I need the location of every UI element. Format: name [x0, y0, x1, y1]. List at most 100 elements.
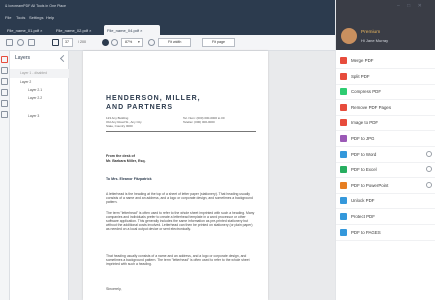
- paragraph-2: The term "letterhead" is often used to r…: [106, 211, 255, 231]
- tool-item[interactable]: Remove PDF Pages: [336, 100, 435, 116]
- window-controls: – □ ✕: [397, 3, 422, 9]
- page-number-value: 37: [65, 40, 69, 44]
- select-tool-icon[interactable]: [52, 39, 59, 46]
- tools-panel: Premium Hi Jane Murray – □ ✕ Merge PDF Sp…: [335, 0, 435, 300]
- avatar[interactable]: [341, 28, 357, 44]
- layer-label: Layer 2.1: [28, 88, 43, 92]
- title-bar: & IcecreamPDF All Tools in One Place: [0, 0, 335, 14]
- gear-icon[interactable]: [426, 166, 432, 173]
- tool-icon: [340, 150, 347, 158]
- layers-icon[interactable]: [1, 56, 8, 63]
- layers-title: Layers: [15, 55, 31, 61]
- tool-item[interactable]: Compress PDF: [336, 84, 435, 101]
- toolbar: 37 / 200 87% ▾ Fit width Fit page: [0, 35, 335, 51]
- from-desk-line-2: Mr. Barbara Miller, Esq.: [106, 159, 146, 163]
- tool-label: Protect PDF: [351, 214, 375, 219]
- pages-icon[interactable]: [1, 100, 8, 107]
- tool-item[interactable]: PDF to PowerPoint: [336, 178, 435, 194]
- attachment-icon[interactable]: [1, 78, 8, 85]
- zoom-in-icon[interactable]: [148, 39, 155, 46]
- zoom-value: 87%: [125, 40, 133, 44]
- layer-item-2-1[interactable]: Layer 2.1: [10, 87, 69, 95]
- window-title: & IcecreamPDF All Tools in One Place: [5, 4, 67, 8]
- tool-label: PDF to PowerPoint: [351, 182, 389, 188]
- paragraph-3: That heading usually consists of a name …: [106, 254, 250, 266]
- layer-item-1[interactable]: Layer 1 - disabled: [10, 69, 69, 78]
- layer-label: Layer 3: [28, 114, 40, 118]
- zoom-icon[interactable]: [102, 39, 109, 46]
- tool-icon: [340, 228, 347, 236]
- layer-label: Layer 2: [20, 80, 32, 84]
- layer-item-2[interactable]: Layer 2: [10, 79, 69, 87]
- layer-item-2-2[interactable]: Layer 2.2: [10, 95, 69, 103]
- tool-item[interactable]: Split PDF: [336, 69, 435, 85]
- chevron-down-icon: ▾: [138, 40, 140, 44]
- menu-help[interactable]: Help: [46, 16, 54, 20]
- fit-page-label: Fit page: [212, 40, 225, 44]
- tab-file-04[interactable]: File_name_04.pdf ×: [104, 25, 160, 35]
- tool-label: Remove PDF Pages: [351, 104, 392, 110]
- tool-icon: [340, 181, 347, 189]
- tool-label: PDF to Word: [351, 151, 377, 157]
- bookmark-icon[interactable]: [1, 67, 8, 74]
- gear-icon[interactable]: [426, 181, 432, 188]
- tool-item[interactable]: PDF to JPG: [336, 131, 435, 147]
- zoom-select[interactable]: 87% ▾: [121, 38, 143, 47]
- page-number-field[interactable]: 37: [62, 38, 73, 47]
- comment-icon[interactable]: [1, 89, 8, 96]
- greeting: To Mrs. Eleanor Fitzpatrick: [106, 177, 152, 181]
- user-greeting: Hi Jane Murray: [361, 38, 389, 43]
- address-line-3: State, Country 0000: [106, 124, 133, 128]
- tool-icon: [340, 197, 347, 205]
- fit-width-label: Fit width: [168, 40, 182, 44]
- layer-item-3[interactable]: Layer 3: [10, 113, 69, 121]
- tool-label: PDF to Excel: [351, 167, 377, 173]
- tool-label: Merge PDF: [351, 58, 374, 63]
- tool-item[interactable]: PDF to Excel: [336, 162, 435, 179]
- tab-bar: File_name_01.pdf × File_name_02.pdf × Fi…: [0, 23, 335, 35]
- menu-tools[interactable]: Tools: [16, 16, 25, 20]
- tool-icon: [340, 88, 347, 96]
- tool-icon: [340, 135, 347, 142]
- gear-icon[interactable]: [426, 150, 432, 157]
- tool-label: Split PDF: [351, 73, 370, 79]
- tool-label: PDF to PAGES: [351, 229, 381, 235]
- lock-icon[interactable]: [1, 111, 8, 118]
- tool-item[interactable]: Image to PDF: [336, 115, 435, 132]
- menu-file[interactable]: File: [5, 16, 11, 20]
- menu-settings[interactable]: Settings: [29, 16, 43, 20]
- tool-icon: [340, 103, 347, 111]
- paragraph-1: A letterhead is the heading at the top o…: [106, 192, 253, 204]
- close-button[interactable]: ✕: [418, 3, 422, 9]
- tool-item[interactable]: PDF to Word: [336, 147, 435, 163]
- tool-icon: [340, 57, 347, 64]
- company-name-line-1: HENDERSON, MILLER,: [106, 95, 201, 102]
- layers-panel: Layers Layer 1 - disabled Layer 2 Layer …: [10, 51, 69, 300]
- fax-line: Telefax: (000) 000-0000: [183, 120, 215, 124]
- fit-width-button[interactable]: Fit width: [158, 38, 191, 47]
- tool-label: PDF to JPG: [351, 136, 375, 141]
- tool-list: Merge PDF Split PDF Compress PDF Remove PDF…: [336, 51, 435, 300]
- tab-file-01[interactable]: File_name_01.pdf ×: [4, 25, 45, 35]
- tool-item[interactable]: Merge PDF: [336, 53, 435, 69]
- tool-item[interactable]: Protect PDF: [336, 209, 435, 225]
- fit-page-button[interactable]: Fit page: [202, 38, 235, 47]
- thumbnails-icon[interactable]: [6, 39, 13, 46]
- maximize-button[interactable]: □: [407, 3, 410, 9]
- page-total: / 200: [78, 40, 86, 44]
- tool-icon: [340, 213, 347, 220]
- collapse-panel-icon[interactable]: [59, 54, 68, 63]
- tool-label: Image to PDF: [351, 120, 379, 126]
- tab-file-02[interactable]: File_name_02.pdf ×: [53, 25, 94, 35]
- header-divider: [106, 131, 256, 132]
- tool-item[interactable]: PDF to PAGES: [336, 225, 435, 241]
- tool-icon: [340, 119, 347, 127]
- closing: Sincerely,: [106, 287, 122, 291]
- minimize-button[interactable]: –: [397, 3, 400, 9]
- search-icon[interactable]: [17, 39, 24, 46]
- menu-bar: File Tools Settings Help: [0, 14, 335, 23]
- layer-label: Layer 2.2: [28, 96, 43, 100]
- zoom-out-icon[interactable]: [111, 39, 118, 46]
- grid-icon[interactable]: [28, 39, 35, 46]
- tool-item[interactable]: Unlock PDF: [336, 193, 435, 210]
